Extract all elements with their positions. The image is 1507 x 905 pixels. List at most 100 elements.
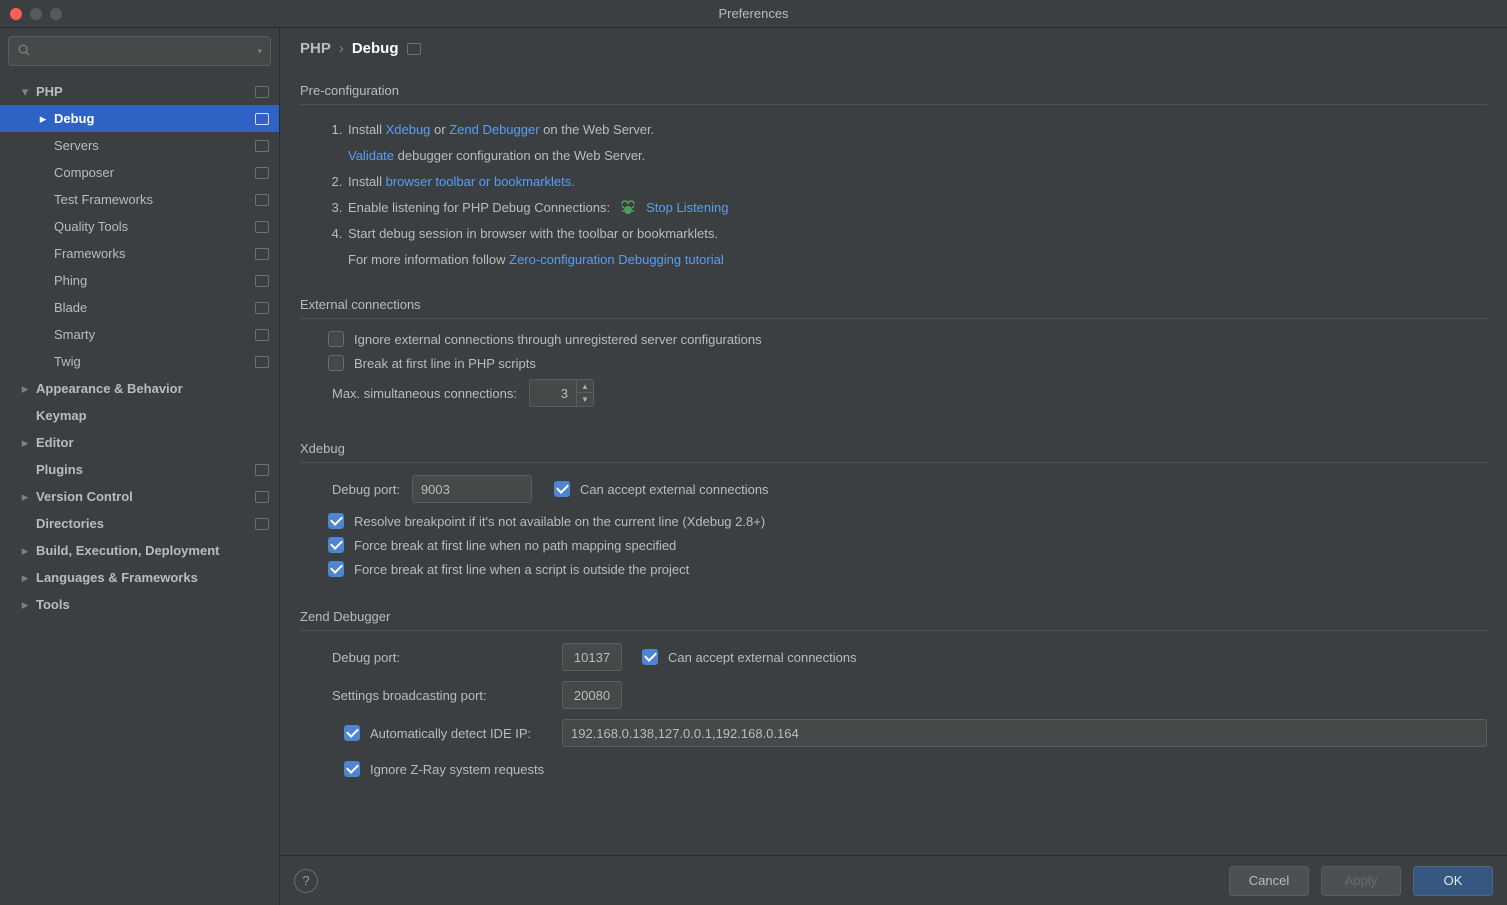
- tree-item-smarty[interactable]: Smarty: [0, 321, 279, 348]
- project-scope-icon: [255, 464, 269, 476]
- preferences-window: Preferences ▾ ▾PHP▸Debug Servers Compose…: [0, 0, 1507, 905]
- validate-link[interactable]: Validate: [348, 148, 394, 163]
- breadcrumb: PHP › Debug: [280, 28, 1507, 65]
- xdebug-port-input[interactable]: [412, 475, 532, 503]
- xdebug-port-label: Debug port:: [332, 482, 400, 497]
- stop-listening-link[interactable]: Stop Listening: [646, 195, 728, 221]
- zoom-window-button[interactable]: [50, 8, 62, 20]
- project-scope-icon[interactable]: [407, 43, 421, 55]
- project-scope-icon: [255, 329, 269, 341]
- project-scope-icon: [255, 86, 269, 98]
- tree-item-version-control[interactable]: ▸Version Control: [0, 483, 279, 510]
- help-button[interactable]: ?: [294, 869, 318, 893]
- tree-item-plugins[interactable]: Plugins: [0, 456, 279, 483]
- search-box[interactable]: ▾: [8, 36, 271, 66]
- tree-item-composer[interactable]: Composer: [0, 159, 279, 186]
- xdebug-resolve-breakpoint-label: Resolve breakpoint if it's not available…: [354, 514, 765, 529]
- xdebug-force-break-nopath-checkbox[interactable]: [328, 537, 344, 553]
- divider: [300, 462, 1487, 463]
- chevron-icon: [36, 327, 50, 342]
- xdebug-force-break-outside-label: Force break at first line when a script …: [354, 562, 689, 577]
- chevron-icon: [36, 300, 50, 315]
- tree-item-blade[interactable]: Blade: [0, 294, 279, 321]
- breadcrumb-separator: ›: [339, 40, 344, 57]
- zend-ip-input[interactable]: [562, 719, 1487, 747]
- zend-bcast-input[interactable]: [562, 681, 622, 709]
- tree-item-label: Tools: [36, 597, 70, 612]
- tree-item-phing[interactable]: Phing: [0, 267, 279, 294]
- break-first-line-checkbox[interactable]: [328, 355, 344, 371]
- ignore-external-checkbox[interactable]: [328, 331, 344, 347]
- project-scope-icon: [255, 491, 269, 503]
- tree-item-directories[interactable]: Directories: [0, 510, 279, 537]
- tree-item-frameworks[interactable]: Frameworks: [0, 240, 279, 267]
- breadcrumb-root[interactable]: PHP: [300, 40, 331, 57]
- max-connections-input[interactable]: [529, 379, 577, 407]
- divider: [300, 104, 1487, 105]
- tree-item-quality-tools[interactable]: Quality Tools: [0, 213, 279, 240]
- main-panel: PHP › Debug Pre-configuration Install Xd…: [280, 28, 1507, 905]
- dialog-footer: ? Cancel Apply OK: [280, 855, 1507, 905]
- chevron-icon: ▾: [18, 84, 32, 100]
- titlebar: Preferences: [0, 0, 1507, 28]
- tree-item-php[interactable]: ▾PHP: [0, 78, 279, 105]
- tree-item-appearance-behavior[interactable]: ▸Appearance & Behavior: [0, 375, 279, 402]
- chevron-icon: ▸: [18, 435, 32, 451]
- zend-debugger-link[interactable]: Zend Debugger: [449, 122, 539, 137]
- ok-button[interactable]: OK: [1413, 866, 1493, 896]
- chevron-icon: [36, 219, 50, 234]
- preconf-step-4-sub: For more information follow Zero-configu…: [348, 247, 1487, 273]
- tree-item-label: Blade: [54, 300, 87, 315]
- chevron-icon: [36, 273, 50, 288]
- zero-config-tutorial-link[interactable]: Zero-configuration Debugging tutorial: [509, 252, 724, 267]
- tree-item-label: Quality Tools: [54, 219, 128, 234]
- cancel-button[interactable]: Cancel: [1229, 866, 1309, 896]
- tree-item-debug[interactable]: ▸Debug: [0, 105, 279, 132]
- zend-accept-external-checkbox[interactable]: [642, 649, 658, 665]
- tree-item-servers[interactable]: Servers: [0, 132, 279, 159]
- zend-autodetect-ip-label: Automatically detect IDE IP:: [370, 726, 531, 741]
- project-scope-icon: [255, 356, 269, 368]
- dropdown-icon[interactable]: ▾: [257, 46, 262, 57]
- xdebug-force-break-outside-checkbox[interactable]: [328, 561, 344, 577]
- settings-tree[interactable]: ▾PHP▸Debug Servers Composer Test Framewo…: [0, 74, 279, 905]
- chevron-icon: [36, 165, 50, 180]
- xdebug-resolve-breakpoint-checkbox[interactable]: [328, 513, 344, 529]
- tree-item-keymap[interactable]: Keymap: [0, 402, 279, 429]
- spinner-up-icon[interactable]: ▲: [577, 380, 593, 393]
- tree-item-test-frameworks[interactable]: Test Frameworks: [0, 186, 279, 213]
- max-connections-spinner[interactable]: ▲ ▼: [529, 379, 594, 407]
- project-scope-icon: [255, 221, 269, 233]
- xdebug-force-break-nopath-label: Force break at first line when no path m…: [354, 538, 676, 553]
- close-window-button[interactable]: [10, 8, 22, 20]
- chevron-icon: ▸: [18, 570, 32, 586]
- breadcrumb-current: Debug: [352, 40, 399, 57]
- search-icon: [17, 43, 31, 60]
- tree-item-languages-frameworks[interactable]: ▸Languages & Frameworks: [0, 564, 279, 591]
- zend-ignore-zray-checkbox[interactable]: [344, 761, 360, 777]
- zend-ignore-zray-label: Ignore Z-Ray system requests: [370, 762, 544, 777]
- zend-autodetect-ip-checkbox[interactable]: [344, 725, 360, 741]
- apply-button[interactable]: Apply: [1321, 866, 1401, 896]
- zend-bcast-label: Settings broadcasting port:: [332, 688, 562, 703]
- tree-item-build-execution-deployment[interactable]: ▸Build, Execution, Deployment: [0, 537, 279, 564]
- tree-item-twig[interactable]: Twig: [0, 348, 279, 375]
- section-external-title: External connections: [300, 297, 1487, 312]
- zend-port-input[interactable]: [562, 643, 622, 671]
- xdebug-accept-external-checkbox[interactable]: [554, 481, 570, 497]
- browser-toolbar-link[interactable]: browser toolbar or bookmarklets.: [386, 174, 575, 189]
- chevron-icon: ▸: [18, 543, 32, 559]
- ignore-external-label: Ignore external connections through unre…: [354, 332, 762, 347]
- zend-block: Debug port: Can accept external connecti…: [300, 643, 1487, 785]
- tree-item-label: Phing: [54, 273, 87, 288]
- tree-item-tools[interactable]: ▸ Tools: [0, 591, 279, 618]
- section-preconfiguration-title: Pre-configuration: [300, 83, 1487, 98]
- tree-item-label: Frameworks: [54, 246, 126, 261]
- xdebug-link[interactable]: Xdebug: [386, 122, 431, 137]
- spinner-down-icon[interactable]: ▼: [577, 393, 593, 406]
- chevron-icon: ▸: [18, 597, 32, 613]
- search-input[interactable]: [37, 44, 251, 59]
- tree-item-editor[interactable]: ▸Editor: [0, 429, 279, 456]
- tree-item-label: Directories: [36, 516, 104, 531]
- minimize-window-button[interactable]: [30, 8, 42, 20]
